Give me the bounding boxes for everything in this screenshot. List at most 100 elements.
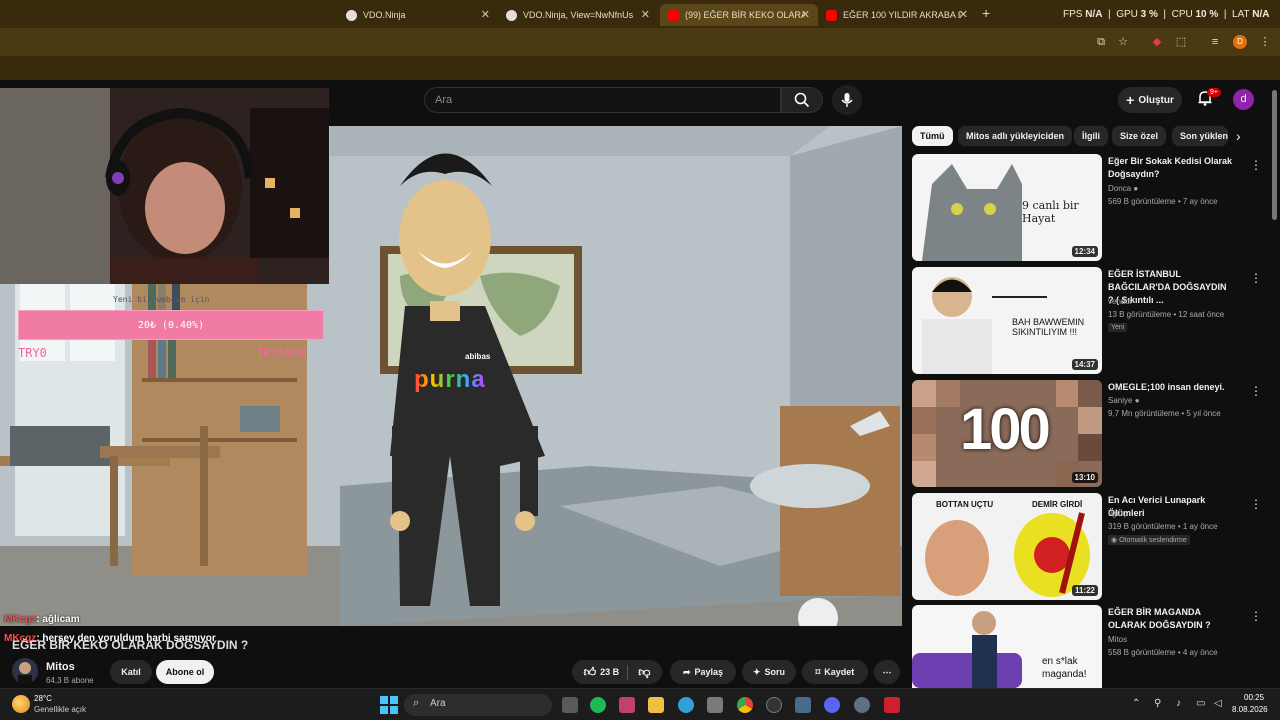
profile-avatar[interactable]: D <box>1233 35 1247 49</box>
thumbs-down-icon: 👎︎ <box>638 664 651 679</box>
reading-list-icon[interactable]: ≡ <box>1208 35 1222 49</box>
more-options-icon[interactable]: ⋮ <box>1250 158 1262 172</box>
settings-gear-icon[interactable] <box>854 697 870 713</box>
video-thumbnail[interactable]: en s*lak maganda! <box>912 605 1102 688</box>
subscribe-button[interactable]: Abone ol <box>156 660 214 684</box>
like-button[interactable]: 👍︎ 23 B <box>584 664 629 680</box>
spotify-icon[interactable] <box>590 697 606 713</box>
close-icon[interactable]: ✕ <box>641 8 650 21</box>
chip-all[interactable]: Tümü <box>912 126 953 146</box>
channel-label: Saniye <box>1108 396 1133 405</box>
join-button[interactable]: Katıl <box>110 660 152 684</box>
edge-icon[interactable] <box>678 697 694 713</box>
notification-badge: 9+ <box>1207 88 1221 97</box>
channel-name[interactable]: vendor <box>1108 297 1132 306</box>
close-icon[interactable]: ✕ <box>481 8 490 21</box>
donation-min: TRY0 <box>18 346 47 360</box>
create-button[interactable]: + Oluştur <box>1118 87 1182 113</box>
tab-vdo-ninja[interactable]: VDO.Ninja ✕ <box>338 4 498 26</box>
video-thumbnail[interactable]: 100 13:10 <box>912 380 1102 487</box>
extension-icon[interactable]: ◆ <box>1150 35 1164 49</box>
chip-for-you[interactable]: Size özel <box>1112 126 1167 146</box>
extensions-puzzle-icon[interactable]: ⬚ <box>1174 35 1188 49</box>
tab-youtube-2[interactable]: EĞER 100 YILDIR AKRABA EVLİ... ✕ <box>818 4 976 26</box>
user-avatar[interactable]: d <box>1233 89 1254 110</box>
channel-label: Donca <box>1108 184 1132 193</box>
bookmark-star-icon[interactable]: ☆ <box>1116 35 1130 49</box>
tab-vdo-ninja-view[interactable]: VDO.Ninja, View=NwNfnUs ✕ <box>498 4 658 26</box>
search-input[interactable]: Ara <box>424 87 781 113</box>
more-options-icon[interactable]: ⋮ <box>1250 271 1262 285</box>
install-app-icon[interactable]: ⧉ <box>1094 35 1108 49</box>
channel-name[interactable]: Saniye ● <box>1108 396 1140 405</box>
m365-icon[interactable] <box>619 697 635 713</box>
thumbnail-caption-left: BOTTAN UÇTU <box>936 500 994 509</box>
browser-menu-icon[interactable]: ⋮ <box>1258 35 1272 49</box>
recommended-video[interactable]: en s*lak maganda! EĞER BİR MAGANDA OLARA… <box>912 605 1272 688</box>
close-icon[interactable]: ✕ <box>959 8 968 21</box>
recommended-video[interactable]: 9 canlı bir Hayat 12:34 Eğer Bir Sokak K… <box>912 154 1272 262</box>
chip-recent[interactable]: Son yüklen <box>1172 126 1228 146</box>
more-actions-button[interactable]: ⋯ <box>874 660 900 684</box>
chrome-icon[interactable] <box>737 697 753 713</box>
close-icon[interactable]: ✕ <box>801 8 810 21</box>
volume-icon[interactable]: ◁ <box>1214 698 1222 709</box>
page-scrollbar[interactable] <box>1272 90 1277 220</box>
task-view-icon[interactable] <box>562 697 578 713</box>
dislike-button[interactable]: 👎︎ <box>632 665 650 680</box>
obs-icon[interactable] <box>766 697 782 713</box>
new-tab-button[interactable]: + <box>982 5 990 21</box>
channel-name[interactable]: Donca ● <box>1108 184 1138 193</box>
clock-time[interactable]: 00:25 <box>1244 693 1264 702</box>
weather-sun-icon[interactable] <box>12 695 30 713</box>
network-icon[interactable]: ⚲ <box>1154 698 1161 709</box>
more-options-icon[interactable]: ⋮ <box>1250 384 1262 398</box>
video-title[interactable]: Eğer Bir Sokak Kedisi Olarak Doğsaydın? <box>1108 155 1234 181</box>
taskbar-search-input[interactable]: ⌕ Ara <box>404 694 552 716</box>
tab-youtube-active[interactable]: (99) EĞER BİR KEKO OLARAK D... ✕ <box>660 4 818 26</box>
channel-subscriber-count: 64,3 B abone <box>46 676 94 685</box>
channel-avatar-image <box>12 658 38 684</box>
video-title[interactable]: En Acı Verici Lunapark Ölümleri <box>1108 494 1234 520</box>
app-red-icon[interactable] <box>884 697 900 713</box>
recommended-video[interactable]: BOTTAN UÇTU DEMİR GİRDİ 11:22 En Acı Ver… <box>912 493 1272 601</box>
chip-related[interactable]: İlgili <box>1074 126 1108 146</box>
channel-name-main[interactable]: Mitos <box>46 661 75 673</box>
video-thumbnail[interactable]: 9 canlı bir Hayat 12:34 <box>912 154 1102 261</box>
verified-icon: ● <box>1133 184 1139 193</box>
save-button[interactable]: ⌑ Kaydet <box>802 660 868 684</box>
microphone-tray-icon[interactable]: ♪ <box>1176 698 1181 709</box>
weather-temperature[interactable]: 28°C <box>34 694 52 703</box>
app-icon[interactable] <box>795 697 811 713</box>
cpu-label: CPU <box>1171 9 1193 20</box>
display-icon[interactable]: ▭ <box>1196 698 1205 709</box>
create-label: Oluştur <box>1138 94 1174 106</box>
video-title[interactable]: EĞER BİR MAGANDA OLARAK DOĞSAYDIN ? <box>1108 606 1234 632</box>
more-options-icon[interactable]: ⋮ <box>1250 497 1262 511</box>
weather-description[interactable]: Genellikle açık <box>34 705 86 714</box>
recommended-video[interactable]: 100 13:10 OMEGLE;100 insan deneyi. Saniy… <box>912 380 1272 488</box>
video-thumbnail[interactable]: BAH BAWWEMIN SIKINTILIYIM !!! 14:37 <box>912 267 1102 374</box>
video-thumbnail[interactable]: BOTTAN UÇTU DEMİR GİRDİ 11:22 <box>912 493 1102 600</box>
chevron-right-icon[interactable]: › <box>1236 128 1241 144</box>
chat-text: : ağlicam <box>36 614 80 625</box>
windows-start-icon[interactable] <box>380 696 398 714</box>
search-placeholder: Ara <box>435 94 453 106</box>
channel-name[interactable]: Mitos <box>1108 635 1127 644</box>
recommended-video[interactable]: BAH BAWWEMIN SIKINTILIYIM !!! 14:37 EĞER… <box>912 267 1272 375</box>
chevron-up-icon[interactable]: ⌃ <box>1132 698 1140 709</box>
ask-button[interactable]: ✦ Soru <box>742 660 796 684</box>
channel-name[interactable]: İlginç <box>1108 509 1127 518</box>
store-icon[interactable] <box>707 697 723 713</box>
chip-from-uploader[interactable]: Mitos adlı yükleyiciden <box>958 126 1073 146</box>
search-button[interactable] <box>781 87 823 113</box>
more-options-icon[interactable]: ⋮ <box>1250 609 1262 623</box>
channel-avatar[interactable] <box>12 658 38 684</box>
share-button[interactable]: ➦ Paylaş <box>670 660 736 684</box>
video-title[interactable]: OMEGLE;100 insan deneyi. <box>1108 381 1234 394</box>
clock-date[interactable]: 8.08.2026 <box>1232 705 1268 714</box>
discord-icon[interactable] <box>824 697 840 713</box>
file-explorer-icon[interactable] <box>648 697 664 713</box>
voice-search-button[interactable] <box>832 85 862 115</box>
search-icon: ⌕ <box>413 697 420 709</box>
